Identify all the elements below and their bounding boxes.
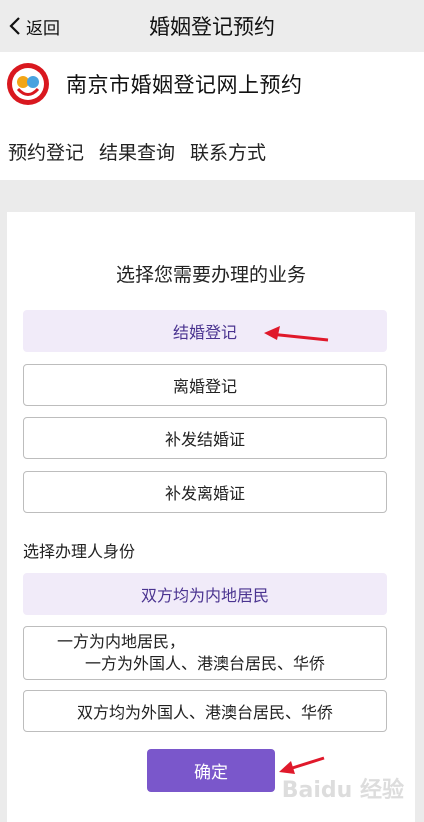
identity-label: 选择办理人身份 xyxy=(23,542,136,561)
business-option-divorce[interactable]: 离婚登记 xyxy=(23,364,387,406)
business-option-reissue-marriage-cert[interactable]: 补发结婚证 xyxy=(23,417,387,459)
menu-item-contact[interactable]: 联系方式 xyxy=(190,138,266,165)
marriage-registration-logo-icon xyxy=(7,63,49,105)
identity-option-line-1: 一方为内地居民， xyxy=(57,632,186,651)
page-title: 婚姻登记预约 xyxy=(149,15,275,39)
business-option-marriage[interactable]: 结婚登记 xyxy=(23,310,387,352)
business-option-reissue-divorce-cert[interactable]: 补发离婚证 xyxy=(23,471,387,513)
form-card: 选择您需要办理的业务 结婚登记 离婚登记 补发结婚证 补发离婚证 选择办理人身份… xyxy=(7,212,415,822)
site-title: 南京市婚姻登记网上预约 xyxy=(66,73,303,97)
red-arrow-icon xyxy=(264,326,329,342)
site-title-row: 南京市婚姻登记网上预约 xyxy=(6,62,303,106)
top-menu: 预约登记 结果查询 联系方式 xyxy=(8,138,266,165)
identity-option-line-2: 一方为外国人、港澳台居民、华侨 xyxy=(84,654,325,673)
confirm-button[interactable]: 确定 xyxy=(147,749,275,792)
chevron-left-icon xyxy=(9,17,20,35)
menu-item-appointment[interactable]: 预约登记 xyxy=(8,138,84,165)
menu-item-result-query[interactable]: 结果查询 xyxy=(99,138,175,165)
identity-option-both-foreign[interactable]: 双方均为外国人、港澳台居民、华侨 xyxy=(23,690,387,732)
identity-option-both-mainland[interactable]: 双方均为内地居民 xyxy=(23,573,387,615)
site-header: 南京市婚姻登记网上预约 预约登记 结果查询 联系方式 xyxy=(0,52,424,180)
back-label: 返回 xyxy=(26,18,60,39)
business-section-title: 选择您需要办理的业务 xyxy=(115,264,306,286)
nav-bar: 返回 婚姻登记预约 xyxy=(0,0,424,52)
watermark: Baidu 经验 xyxy=(281,778,404,803)
back-button[interactable]: 返回 xyxy=(8,12,60,40)
identity-option-one-mainland[interactable]: 一方为内地居民， 一方为外国人、港澳台居民、华侨 xyxy=(23,626,387,680)
